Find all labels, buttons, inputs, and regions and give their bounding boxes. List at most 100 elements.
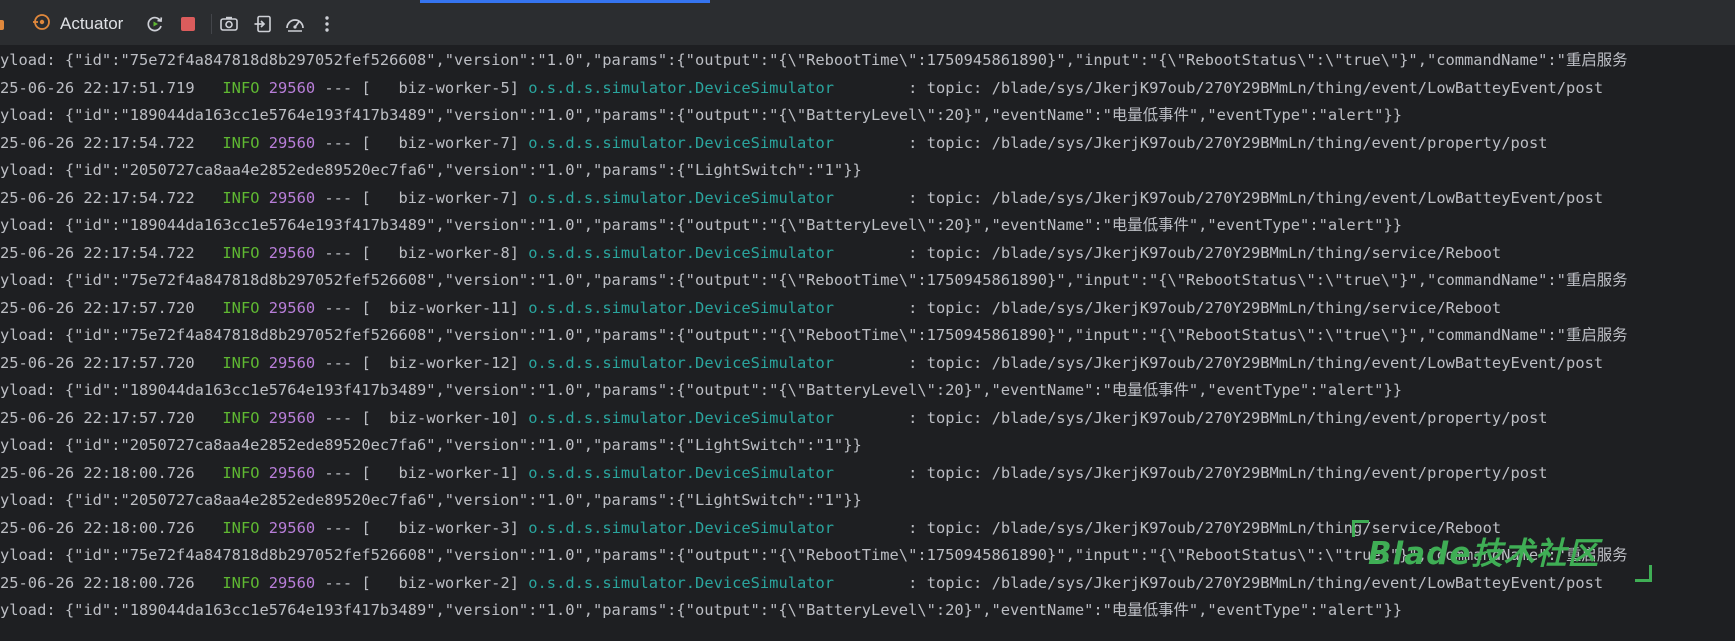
log-separator: --- [ [315, 188, 371, 207]
log-level: INFO [213, 78, 260, 97]
log-payload-line: yload: {"id":"75e72f4a847818d8b297052fef… [0, 51, 1628, 69]
previous-tab-edge[interactable] [0, 20, 4, 30]
log-payload-line: yload: {"id":"75e72f4a847818d8b297052fef… [0, 326, 1628, 344]
log-thread: biz-worker-12] [370, 353, 519, 372]
log-entry-line: 25-06-26 22:17:57.720 INFO 29560 --- [ b… [0, 406, 1548, 430]
log-timestamp: 25-06-26 22:18:00.726 [0, 518, 195, 537]
log-separator: --- [ [315, 243, 371, 262]
rerun-icon[interactable] [144, 13, 166, 35]
log-pid: 29560 [268, 243, 316, 262]
log-separator: --- [ [315, 573, 371, 592]
watermark-text: Blade技术社区 [1368, 536, 1600, 572]
log-separator: --- [ [315, 353, 371, 372]
log-logger: o.s.d.s.simulator.DeviceSimulator [528, 573, 835, 592]
watermark-bracket-left [1352, 520, 1369, 537]
log-pid: 29560 [268, 463, 316, 482]
camera-icon[interactable] [218, 13, 240, 35]
log-thread: biz-worker-10] [370, 408, 519, 427]
log-logger: o.s.d.s.simulator.DeviceSimulator [528, 133, 835, 152]
log-thread: biz-worker-1] [370, 463, 519, 482]
toolbar-separator [211, 14, 212, 34]
login-icon[interactable] [252, 13, 274, 35]
log-payload-line: yload: {"id":"2050727ca8aa4e2852ede89520… [0, 491, 862, 509]
log-payload-line: yload: {"id":"189044da163cc1e5764e193f41… [0, 601, 1402, 619]
log-logger: o.s.d.s.simulator.DeviceSimulator [528, 243, 835, 262]
log-timestamp: 25-06-26 22:17:54.722 [0, 133, 195, 152]
log-message: : topic: /blade/sys/JkerjK97oub/270Y29BM… [834, 78, 1604, 97]
log-logger: o.s.d.s.simulator.DeviceSimulator [528, 298, 835, 317]
log-logger: o.s.d.s.simulator.DeviceSimulator [528, 408, 835, 427]
log-message: : topic: /blade/sys/JkerjK97oub/270Y29BM… [834, 353, 1604, 372]
log-separator: --- [ [315, 133, 371, 152]
log-level: INFO [213, 353, 260, 372]
log-entry-line: 25-06-26 22:17:54.722 INFO 29560 --- [ b… [0, 186, 1603, 210]
log-timestamp: 25-06-26 22:17:54.722 [0, 243, 195, 262]
log-entry-line: 25-06-26 22:17:57.720 INFO 29560 --- [ b… [0, 351, 1603, 375]
log-timestamp: 25-06-26 22:18:00.726 [0, 463, 195, 482]
log-pid: 29560 [268, 573, 316, 592]
log-timestamp: 25-06-26 22:17:54.722 [0, 188, 195, 207]
actuator-icon [32, 12, 52, 37]
log-thread: biz-worker-7] [370, 188, 519, 207]
log-pid: 29560 [268, 408, 316, 427]
log-entry-line: 25-06-26 22:17:51.719 INFO 29560 --- [ b… [0, 76, 1603, 100]
log-level: INFO [213, 298, 260, 317]
log-timestamp: 25-06-26 22:17:57.720 [0, 353, 195, 372]
more-vertical-icon[interactable] [316, 13, 338, 35]
log-pid: 29560 [268, 518, 316, 537]
log-pid: 29560 [268, 353, 316, 372]
log-separator: --- [ [315, 463, 371, 482]
log-level: INFO [213, 243, 260, 262]
log-separator: --- [ [315, 408, 371, 427]
stop-icon[interactable] [177, 13, 199, 35]
log-logger: o.s.d.s.simulator.DeviceSimulator [528, 518, 835, 537]
log-timestamp: 25-06-26 22:17:51.719 [0, 78, 195, 97]
log-level: INFO [213, 133, 260, 152]
log-thread: biz-worker-7] [370, 133, 519, 152]
log-pid: 29560 [268, 188, 316, 207]
log-thread: biz-worker-11] [370, 298, 519, 317]
log-payload-line: yload: {"id":"189044da163cc1e5764e193f41… [0, 106, 1402, 124]
log-logger: o.s.d.s.simulator.DeviceSimulator [528, 78, 835, 97]
log-logger: o.s.d.s.simulator.DeviceSimulator [528, 188, 835, 207]
log-payload-line: yload: {"id":"189044da163cc1e5764e193f41… [0, 381, 1402, 399]
log-payload-line: yload: {"id":"2050727ca8aa4e2852ede89520… [0, 161, 862, 179]
log-entry-line: 25-06-26 22:17:54.722 INFO 29560 --- [ b… [0, 241, 1501, 265]
log-level: INFO [213, 188, 260, 207]
watermark: Blade技术社区 [1352, 518, 1652, 586]
log-timestamp: 25-06-26 22:17:57.720 [0, 408, 195, 427]
log-payload-line: yload: {"id":"2050727ca8aa4e2852ede89520… [0, 436, 862, 454]
log-logger: o.s.d.s.simulator.DeviceSimulator [528, 353, 835, 372]
log-level: INFO [213, 573, 260, 592]
log-entry-line: 25-06-26 22:18:00.726 INFO 29560 --- [ b… [0, 461, 1548, 485]
log-entry-line: 25-06-26 22:17:57.720 INFO 29560 --- [ b… [0, 296, 1501, 320]
tab-actuator-label: Actuator [60, 14, 124, 33]
log-entry-line: 25-06-26 22:18:00.726 INFO 29560 --- [ b… [0, 516, 1501, 540]
log-pid: 29560 [268, 133, 316, 152]
log-payload-line: yload: {"id":"189044da163cc1e5764e193f41… [0, 216, 1402, 234]
log-logger: o.s.d.s.simulator.DeviceSimulator [528, 463, 835, 482]
run-tool-window-toolbar: Actuator [0, 0, 1735, 46]
log-timestamp: 25-06-26 22:17:57.720 [0, 298, 195, 317]
log-level: INFO [213, 463, 260, 482]
log-message: : topic: /blade/sys/JkerjK97oub/270Y29BM… [834, 298, 1502, 317]
log-payload-line: yload: {"id":"75e72f4a847818d8b297052fef… [0, 271, 1628, 289]
log-thread: biz-worker-2] [370, 573, 519, 592]
log-thread: biz-worker-8] [370, 243, 519, 262]
log-thread: biz-worker-3] [370, 518, 519, 537]
log-thread: biz-worker-5] [370, 78, 519, 97]
tab-actuator[interactable]: Actuator [32, 10, 123, 38]
gauge-icon[interactable] [284, 13, 306, 35]
log-timestamp: 25-06-26 22:18:00.726 [0, 573, 195, 592]
log-separator: --- [ [315, 298, 371, 317]
log-separator: --- [ [315, 518, 371, 537]
log-message: : topic: /blade/sys/JkerjK97oub/270Y29BM… [834, 243, 1502, 262]
log-separator: --- [ [315, 78, 371, 97]
log-message: : topic: /blade/sys/JkerjK97oub/270Y29BM… [834, 133, 1548, 152]
log-level: INFO [213, 518, 260, 537]
log-pid: 29560 [268, 298, 316, 317]
active-tab-indicator [420, 0, 710, 3]
log-message: : topic: /blade/sys/JkerjK97oub/270Y29BM… [834, 408, 1548, 427]
log-pid: 29560 [268, 78, 316, 97]
log-message: : topic: /blade/sys/JkerjK97oub/270Y29BM… [834, 188, 1604, 207]
